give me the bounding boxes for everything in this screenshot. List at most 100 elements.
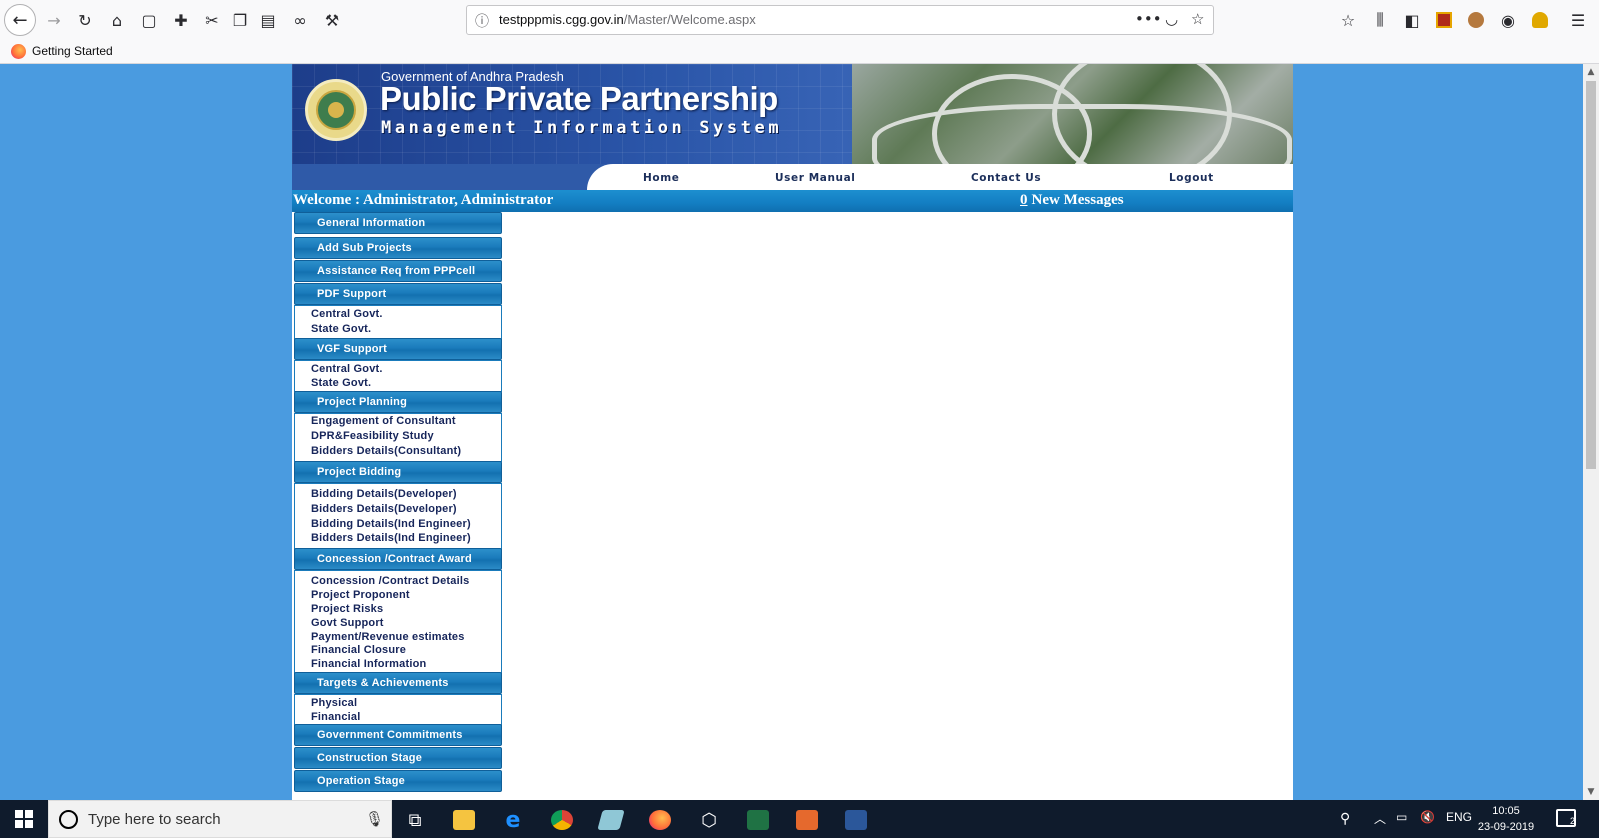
file-explorer-icon[interactable] [445,805,483,835]
wrench-icon[interactable]: ⚒ [318,6,346,34]
vertical-scrollbar[interactable]: ▲ ▼ [1583,64,1599,800]
volume-muted-icon[interactable]: 🔇 [1420,810,1435,824]
menu-concession-contract-award[interactable]: Concession /Contract Award [294,548,502,570]
forward-arrow-icon[interactable]: → [40,6,68,34]
pdf-support-submenu: Central Govt. State Govt. [294,305,502,340]
network-icon[interactable]: ▭ [1396,810,1407,824]
menu-project-planning[interactable]: Project Planning [294,391,502,413]
menu-operation-stage[interactable]: Operation Stage [294,770,502,792]
menu-item-bidders-consultant[interactable]: Bidders Details(Consultant) [311,445,461,457]
app-icon[interactable] [592,805,630,835]
menu-item-financial[interactable]: Financial [311,711,360,723]
back-arrow-icon[interactable]: ← [4,4,36,36]
pocket-icon[interactable]: ◡ [1165,10,1178,28]
concession-submenu: Concession /Contract Details Project Pro… [294,570,502,674]
menu-item-dpr-feasibility[interactable]: DPR&Feasibility Study [311,430,434,442]
menu-item-vgf-state-govt[interactable]: State Govt. [311,377,371,389]
menu-item-pdf-central-govt[interactable]: Central Govt. [311,308,383,320]
menu-item-project-proponent[interactable]: Project Proponent [311,589,410,601]
url-domain: testpppmis.cgg.gov.in [499,12,624,27]
account-icon[interactable]: ◉ [1494,6,1522,34]
show-hidden-icons[interactable]: ︿ [1374,810,1386,827]
mask-icon[interactable]: ∞ [286,6,314,34]
scroll-down-icon[interactable]: ▼ [1583,784,1599,800]
extensions-icon[interactable]: ✚ [167,6,195,34]
bookmarks-icon[interactable]: ☆ [1334,6,1362,34]
menu-vgf-support[interactable]: VGF Support [294,338,502,360]
url-bar[interactable]: ⓘ testpppmis.cgg.gov.in/Master/Welcome.a… [466,5,1214,35]
start-button[interactable] [0,800,48,838]
site-subtitle: Management Information System [381,118,783,138]
scrollbar-thumb[interactable] [1586,81,1596,469]
excel-icon[interactable] [739,805,777,835]
sublime-icon[interactable] [788,805,826,835]
cut-icon[interactable]: ✂ [198,6,226,34]
menu-item-engagement-consultant[interactable]: Engagement of Consultant [311,415,456,427]
menu-item-bidding-developer[interactable]: Bidding Details(Developer) [311,488,457,500]
menu-item-project-risks[interactable]: Project Risks [311,603,383,615]
menu-item-bidding-ind-engineer[interactable]: Bidding Details(Ind Engineer) [311,518,471,530]
library-icon[interactable]: ⫼ [1366,6,1394,34]
new-messages: 0 New Messages [1020,192,1124,209]
menu-item-bidders-developer[interactable]: Bidders Details(Developer) [311,503,457,515]
browser-toolbar: ← → ↻ ⌂ ▢ ✚ ✂ ❐ ▤ ∞ ⚒ ⓘ testpppmis.cgg.g… [0,0,1599,40]
paste-icon[interactable]: ▤ [254,6,282,34]
nav-contact-us-link[interactable]: Contact Us [971,172,1041,184]
nav-user-manual-link[interactable]: User Manual [775,172,856,184]
menu-item-financial-closure[interactable]: Financial Closure [311,644,406,656]
message-count-link[interactable]: 0 [1020,192,1028,208]
user-avatar-icon[interactable] [1526,6,1554,34]
road-curve [872,104,1292,164]
copy-icon[interactable]: ❐ [226,6,254,34]
menu-targets-achievements[interactable]: Targets & Achievements [294,672,502,694]
menu-general-information[interactable]: General Information [294,212,502,234]
virtualbox-icon[interactable]: ⬡ [690,805,728,835]
menu-item-vgf-central-govt[interactable]: Central Govt. [311,363,383,375]
bookmark-getting-started[interactable]: Getting Started [32,44,113,58]
welcome-text: Welcome : Administrator, Administrator [293,192,554,208]
menu-item-financial-information[interactable]: Financial Information [311,658,426,670]
menu-assistance-req[interactable]: Assistance Req from PPPcell [294,260,502,282]
site-container: Government of Andhra Pradesh Public Priv… [292,64,1293,800]
menu-item-concession-details[interactable]: Concession /Contract Details [311,575,469,587]
scroll-up-icon[interactable]: ▲ [1583,64,1599,80]
menu-item-physical[interactable]: Physical [311,697,357,709]
menu-project-bidding[interactable]: Project Bidding [294,461,502,483]
extension-red-icon[interactable] [1430,6,1458,34]
screenshot-icon[interactable]: ▢ [135,6,163,34]
page-actions-icon[interactable]: ••• [1135,10,1162,28]
menu-item-pdf-state-govt[interactable]: State Govt. [311,323,371,335]
nav-logout-link[interactable]: Logout [1169,172,1214,184]
nav-home-link[interactable]: Home [643,172,679,184]
menu-construction-stage[interactable]: Construction Stage [294,747,502,769]
task-view-icon[interactable]: ⧉ [396,805,434,835]
taskbar-search[interactable]: Type here to search 🎙 [48,800,392,838]
microphone-icon[interactable]: 🎙 [365,810,384,828]
reload-icon[interactable]: ↻ [71,6,99,34]
menu-add-sub-projects[interactable]: Add Sub Projects [294,237,502,259]
language-indicator[interactable]: ENG [1446,810,1472,824]
bookmark-star-icon[interactable]: ☆ [1191,10,1204,28]
menu-icon[interactable]: ☰ [1564,6,1592,34]
url-text[interactable]: testpppmis.cgg.gov.in/Master/Welcome.asp… [499,12,756,27]
cookie-icon[interactable] [1462,6,1490,34]
chrome-icon[interactable] [543,805,581,835]
targets-submenu: Physical Financial [294,694,502,726]
info-icon[interactable]: ⓘ [475,11,489,31]
edge-icon[interactable]: e [494,805,532,835]
site-title: Public Private Partnership [380,80,778,117]
vgf-support-submenu: Central Govt. State Govt. [294,360,502,392]
firefox-taskbar-icon[interactable] [641,805,679,835]
top-nav: Home User Manual Contact Us Logout [292,164,1293,190]
menu-item-payment-revenue[interactable]: Payment/Revenue estimates [311,631,465,643]
menu-item-bidders-ind-engineer[interactable]: Bidders Details(Ind Engineer) [311,532,471,544]
people-icon[interactable]: ⚲ [1340,810,1350,827]
header-banner: Government of Andhra Pradesh Public Priv… [292,64,1293,164]
sidebar-icon[interactable]: ◧ [1398,6,1426,34]
menu-pdf-support[interactable]: PDF Support [294,283,502,305]
menu-government-commitments[interactable]: Government Commitments [294,724,502,746]
menu-item-govt-support[interactable]: Govt Support [311,617,384,629]
home-icon[interactable]: ⌂ [103,6,131,34]
word-icon[interactable] [837,805,875,835]
clock[interactable]: 10:05 23-09-2019 [1476,803,1536,835]
